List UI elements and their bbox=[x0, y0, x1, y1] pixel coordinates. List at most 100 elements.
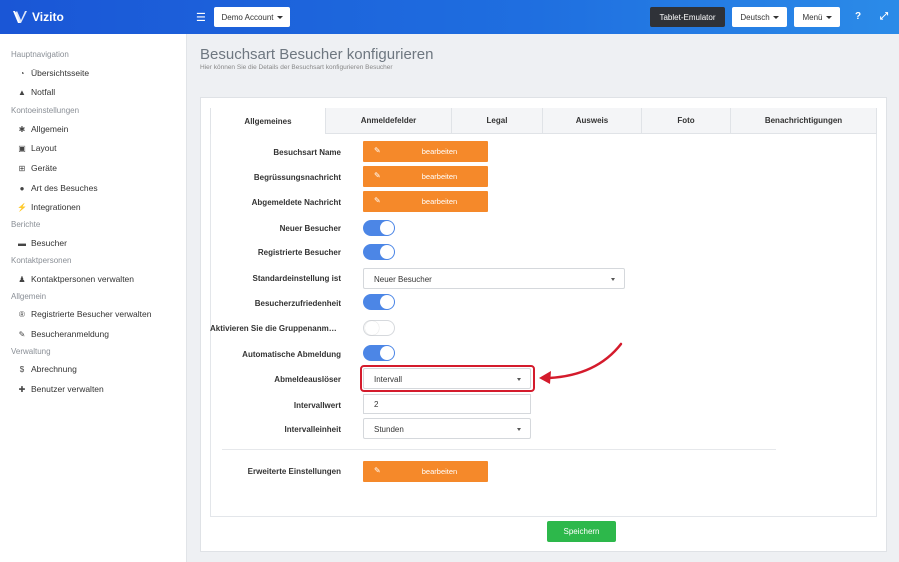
field-label-new-visitor: Neuer Besucher bbox=[279, 224, 341, 233]
account-label: Demo Account bbox=[221, 12, 274, 22]
input-value: 2 bbox=[374, 400, 379, 409]
interval-value-input[interactable]: 2 bbox=[363, 394, 531, 414]
brand-logo[interactable]: Vizito bbox=[12, 9, 64, 25]
language-dropdown[interactable]: Deutsch bbox=[732, 7, 787, 27]
sidebar-item-visitors[interactable]: ▬ Besucher bbox=[17, 238, 67, 248]
tab-signin-fields[interactable]: Anmeldefelder bbox=[326, 108, 452, 134]
button-label: bearbeiten bbox=[421, 172, 458, 181]
divider bbox=[222, 449, 776, 450]
sidebar-section-title: Berichte bbox=[11, 220, 41, 229]
field-label-greeting: Begrüssungsnachricht bbox=[253, 173, 341, 182]
select-value: Neuer Besucher bbox=[374, 275, 432, 284]
field-label-auto-logout: Automatische Abmeldung bbox=[242, 350, 341, 359]
book-icon: ▬ bbox=[18, 238, 26, 248]
image-icon: ▣ bbox=[18, 143, 26, 153]
pencil-icon: ✎ bbox=[18, 329, 26, 339]
field-label-interval-unit: Intervalleinheit bbox=[284, 425, 341, 434]
sidebar-item-label: Art des Besuches bbox=[31, 183, 98, 193]
sidebar-section-title: Hauptnavigation bbox=[11, 50, 69, 59]
dashboard-icon: ◔ bbox=[19, 68, 25, 78]
menu-label: Menü bbox=[802, 12, 823, 22]
sidebar-item-label: Besucher bbox=[31, 238, 67, 248]
sidebar-item-visitor-signin[interactable]: ✎ Besucheranmeldung bbox=[17, 329, 109, 339]
new-visitor-toggle[interactable] bbox=[363, 220, 395, 236]
chevron-down-icon bbox=[611, 278, 615, 281]
edit-name-button[interactable]: ✎ bearbeiten bbox=[363, 141, 488, 162]
sidebar-item-label: Besucheranmeldung bbox=[31, 329, 109, 339]
tab-label: Foto bbox=[677, 116, 695, 125]
logo-icon bbox=[13, 11, 27, 23]
help-icon[interactable]: ? bbox=[855, 11, 861, 22]
hamburger-menu-icon[interactable]: ☰ bbox=[196, 11, 206, 24]
save-label: Speichern bbox=[563, 527, 600, 536]
user-plus-icon: ✚ bbox=[18, 384, 26, 394]
tab-badge[interactable]: Ausweis bbox=[543, 108, 642, 134]
sidebar-section-title: Kontoeinstellungen bbox=[11, 106, 80, 115]
field-label-group-signin: Aktivieren Sie die Gruppenanmeldung bbox=[210, 324, 341, 333]
tab-label: Benachrichtigungen bbox=[764, 116, 843, 125]
sidebar-item-integrations[interactable]: ⚡ Integrationen bbox=[17, 202, 81, 212]
auto-logout-toggle[interactable] bbox=[363, 345, 395, 361]
sidebar-item-label: Layout bbox=[31, 143, 57, 153]
sidebar-item-billing[interactable]: $ Abrechnung bbox=[17, 364, 77, 374]
sidebar-item-contacts[interactable]: ♟ Kontaktpersonen verwalten bbox=[17, 274, 134, 284]
users-icon: ● bbox=[19, 183, 25, 193]
tab-notifications[interactable]: Benachrichtigungen bbox=[731, 108, 877, 134]
sidebar-item-general[interactable]: ✱ Allgemein bbox=[17, 124, 69, 134]
tab-legal[interactable]: Legal bbox=[452, 108, 543, 134]
sitemap-icon: ⊞ bbox=[18, 163, 26, 173]
sidebar-item-devices[interactable]: ⊞ Geräte bbox=[17, 163, 57, 173]
tab-content bbox=[210, 108, 877, 517]
sidebar-section-title: Allgemein bbox=[11, 292, 47, 301]
group-signin-toggle[interactable] bbox=[363, 320, 395, 336]
menu-dropdown[interactable]: Menü bbox=[794, 7, 840, 27]
person-icon: ♟ bbox=[18, 274, 26, 284]
sidebar-item-layout[interactable]: ▣ Layout bbox=[17, 143, 57, 153]
tab-label: Anmeldefelder bbox=[360, 116, 417, 125]
page-subtitle: Hier können Sie die Details der Besuchsa… bbox=[200, 64, 393, 71]
sidebar-item-emergency[interactable]: ▲ Notfall bbox=[17, 87, 55, 97]
sidebar-item-visit-types[interactable]: ● Art des Besuches bbox=[17, 183, 98, 193]
save-button[interactable]: Speichern bbox=[547, 521, 616, 542]
chevron-down-icon bbox=[276, 15, 283, 19]
highlight-box bbox=[360, 365, 535, 392]
sidebar-section-title: Verwaltung bbox=[11, 347, 51, 356]
field-label-registered-visitor: Registrierte Besucher bbox=[257, 248, 341, 257]
edit-logout-message-button[interactable]: ✎ bearbeiten bbox=[363, 191, 488, 212]
edit-greeting-button[interactable]: ✎ bearbeiten bbox=[363, 166, 488, 187]
satisfaction-toggle[interactable] bbox=[363, 294, 395, 310]
sidebar-item-users[interactable]: ✚ Benutzer verwalten bbox=[17, 384, 104, 394]
sidebar-item-overview[interactable]: ◔ Übersichtsseite bbox=[17, 68, 90, 78]
sidebar-item-label: Registrierte Besucher verwalten bbox=[31, 309, 152, 319]
sidebar-item-label: Abrechnung bbox=[31, 364, 77, 374]
tab-general[interactable]: Allgemeines bbox=[210, 108, 326, 134]
sidebar-section-title: Kontaktpersonen bbox=[11, 256, 72, 265]
button-label: bearbeiten bbox=[421, 197, 458, 206]
sidebar-item-label: Allgemein bbox=[31, 124, 69, 134]
chevron-down-icon bbox=[825, 15, 832, 19]
chevron-down-icon bbox=[772, 15, 779, 19]
tablet-emulator-label: Tablet-Emulator bbox=[659, 12, 716, 22]
dollar-icon: $ bbox=[19, 364, 25, 374]
tab-label: Ausweis bbox=[575, 116, 609, 125]
field-label-interval-value: Intervallwert bbox=[293, 401, 341, 410]
registered-icon: ® bbox=[19, 309, 25, 319]
account-dropdown[interactable]: Demo Account bbox=[214, 7, 290, 27]
tab-photo[interactable]: Foto bbox=[642, 108, 731, 134]
sidebar-item-label: Kontaktpersonen verwalten bbox=[31, 274, 135, 284]
button-label: bearbeiten bbox=[421, 467, 458, 476]
sidebar-item-registered-visitors[interactable]: ® Registrierte Besucher verwalten bbox=[17, 309, 151, 319]
default-setting-select[interactable]: Neuer Besucher bbox=[363, 268, 625, 289]
sidebar-item-label: Integrationen bbox=[31, 202, 81, 212]
sidebar-item-label: Übersichtsseite bbox=[31, 68, 90, 78]
field-label-logout-trigger: Abmeldeauslöser bbox=[274, 375, 341, 384]
interval-unit-select[interactable]: Stunden bbox=[363, 418, 531, 439]
tablet-emulator-button[interactable]: Tablet-Emulator bbox=[650, 7, 725, 27]
edit-advanced-button[interactable]: ✎ bearbeiten bbox=[363, 461, 488, 482]
sidebar-item-label: Geräte bbox=[31, 163, 57, 173]
annotation-arrow-icon bbox=[539, 342, 623, 384]
tab-label: Legal bbox=[486, 116, 508, 125]
fullscreen-icon[interactable]: ⤢ bbox=[880, 11, 888, 22]
registered-visitor-toggle[interactable] bbox=[363, 244, 395, 260]
warning-icon: ▲ bbox=[18, 87, 26, 97]
